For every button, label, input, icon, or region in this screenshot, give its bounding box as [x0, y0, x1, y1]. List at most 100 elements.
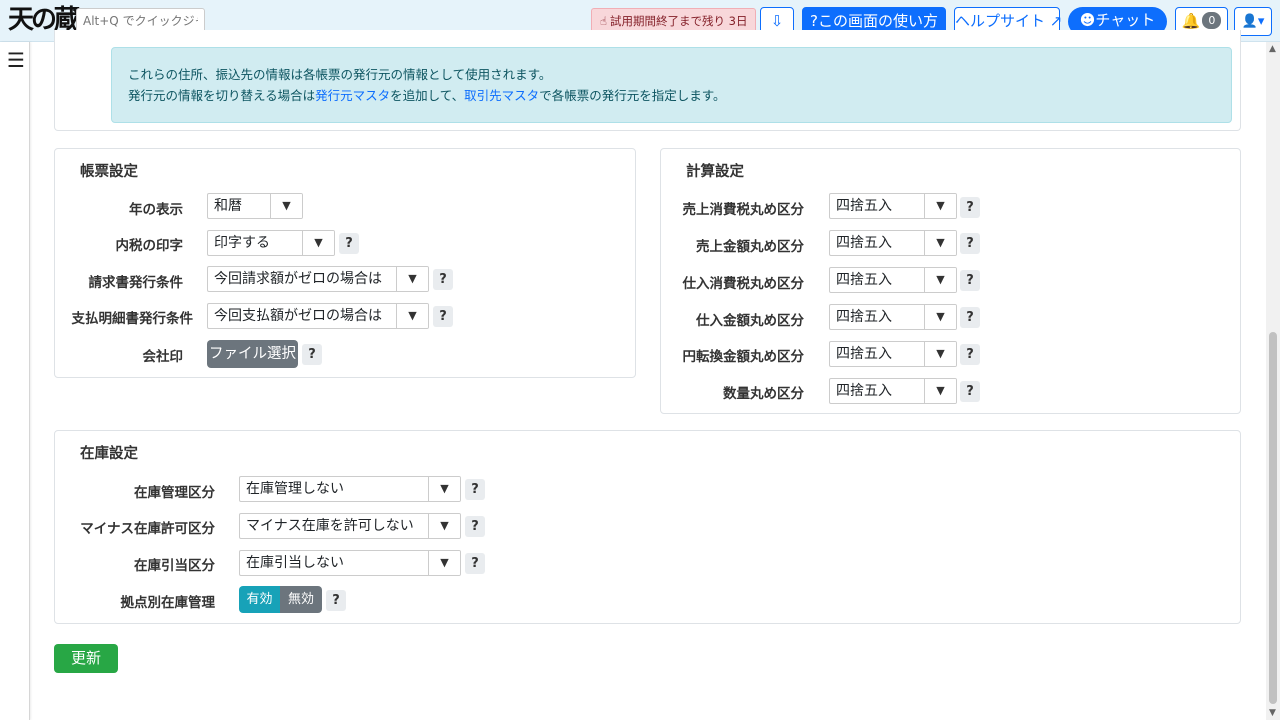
- select-value: 四捨五入: [836, 346, 892, 362]
- notification-count-badge: 0: [1202, 12, 1222, 29]
- file-select-button[interactable]: ファイル選択: [207, 340, 298, 368]
- robot-icon: ☻: [1079, 11, 1096, 29]
- field-label: 数量丸め区分: [723, 386, 804, 402]
- help-icon[interactable]: ?: [465, 479, 485, 500]
- caret-down-icon: ▼: [924, 305, 956, 329]
- issuer-master-link[interactable]: 発行元マスタ: [315, 88, 390, 103]
- caret-down-icon: ▼: [428, 551, 460, 575]
- help-icon[interactable]: ?: [465, 516, 485, 537]
- tax-print-select[interactable]: 印字する ▼: [207, 230, 335, 256]
- select-value: 四捨五入: [836, 272, 892, 288]
- stock-allocation-select[interactable]: 在庫引当しない ▼: [239, 550, 461, 576]
- field-label: 会社印: [142, 349, 184, 365]
- info-alert: これらの住所、振込先の情報は各帳票の発行元の情報として使用されます。 発行元の情…: [111, 47, 1232, 123]
- yen-conversion-rounding-select[interactable]: 四捨五入 ▼: [829, 341, 957, 367]
- caret-down-icon: ▼: [396, 304, 428, 328]
- select-value: 今回支払額がゼロの場合は: [214, 308, 382, 324]
- caret-down-icon: ▼: [924, 379, 956, 403]
- help-icon[interactable]: ?: [960, 233, 980, 254]
- caret-down-icon: ▼: [924, 342, 956, 366]
- update-button[interactable]: 更新: [54, 644, 118, 673]
- field-label: 在庫管理区分: [134, 485, 215, 501]
- select-value: 四捨五入: [836, 383, 892, 399]
- stock-settings-title: 在庫設定: [80, 446, 138, 462]
- field-label: 内税の印字: [115, 238, 184, 254]
- sales-amount-rounding-select[interactable]: 四捨五入 ▼: [829, 230, 957, 256]
- caret-down-icon: ▼: [924, 268, 956, 292]
- field-label: マイナス在庫許可区分: [80, 521, 215, 537]
- form-settings-panel: [54, 148, 636, 378]
- field-label: 請求書発行条件: [88, 275, 184, 291]
- field-label: 仕入消費税丸め区分: [682, 276, 805, 292]
- scroll-up-arrow-icon[interactable]: ▲: [1269, 44, 1276, 54]
- payment-statement-condition-select[interactable]: 今回支払額がゼロの場合は ▼: [207, 303, 429, 329]
- quantity-rounding-select[interactable]: 四捨五入 ▼: [829, 378, 957, 404]
- toggle-enabled-button[interactable]: 有効: [239, 586, 280, 613]
- help-icon[interactable]: ?: [960, 197, 980, 218]
- help-icon[interactable]: ?: [326, 590, 346, 611]
- select-value: 和暦: [214, 198, 242, 214]
- external-link-icon: ↗: [1045, 12, 1063, 30]
- help-icon[interactable]: ?: [339, 233, 359, 254]
- select-value: 印字する: [214, 235, 270, 251]
- field-label: 円転換金額丸め区分: [682, 349, 805, 365]
- purchase-amount-rounding-select[interactable]: 四捨五入 ▼: [829, 304, 957, 330]
- caret-down-icon: ▼: [302, 231, 334, 255]
- info-text: 発行元の情報を切り替える場合は: [128, 88, 316, 103]
- toggle-disabled-button[interactable]: 無効: [280, 586, 322, 613]
- vertical-scrollbar[interactable]: ▲ ▼: [1266, 42, 1280, 720]
- user-icon: 👤: [1241, 14, 1258, 29]
- help-icon[interactable]: ?: [433, 269, 453, 290]
- stock-settings-panel: [54, 430, 1241, 624]
- caret-down-icon: ▼: [396, 267, 428, 291]
- caret-down-icon: ▼: [428, 477, 460, 501]
- field-label: 拠点別在庫管理: [120, 595, 216, 611]
- select-value: 四捨五入: [836, 309, 892, 325]
- sales-tax-rounding-select[interactable]: 四捨五入 ▼: [829, 193, 957, 219]
- caret-down-icon: ▼: [924, 231, 956, 255]
- field-label: 在庫引当区分: [134, 558, 215, 574]
- help-icon[interactable]: ?: [960, 270, 980, 291]
- chat-label: チャット: [1095, 11, 1156, 29]
- bell-icon: 🔔: [1181, 12, 1201, 30]
- purchase-tax-rounding-select[interactable]: 四捨五入 ▼: [829, 267, 957, 293]
- select-value: 在庫引当しない: [246, 555, 344, 571]
- stock-management-select[interactable]: 在庫管理しない ▼: [239, 476, 461, 502]
- help-icon[interactable]: ?: [960, 381, 980, 402]
- select-value: 在庫管理しない: [246, 481, 344, 497]
- help-icon[interactable]: ?: [960, 344, 980, 365]
- info-text: で各帳票の発行元を指定します。: [539, 88, 726, 103]
- year-display-select[interactable]: 和暦 ▼: [207, 193, 303, 219]
- info-line-2: 発行元の情報を切り替える場合は発行元マスタを追加して、取引先マスタで各帳票の発行…: [128, 85, 1231, 106]
- info-line-1: これらの住所、振込先の情報は各帳票の発行元の情報として使用されます。: [128, 67, 552, 82]
- client-master-link[interactable]: 取引先マスタ: [464, 88, 539, 103]
- negative-stock-select[interactable]: マイナス在庫を許可しない ▼: [239, 513, 461, 539]
- chevron-down-icon: ▾: [1257, 14, 1265, 29]
- caret-down-icon: ▼: [270, 194, 302, 218]
- field-label: 売上消費税丸め区分: [682, 202, 805, 218]
- select-value: 四捨五入: [836, 235, 892, 251]
- help-icon[interactable]: ?: [960, 307, 980, 328]
- hamburger-menu-icon[interactable]: ☰: [7, 50, 25, 70]
- calc-settings-title: 計算設定: [686, 164, 744, 180]
- field-label: 年の表示: [129, 202, 183, 218]
- info-text: を追加して、: [390, 88, 465, 103]
- invoice-condition-select[interactable]: 今回請求額がゼロの場合は ▼: [207, 266, 429, 292]
- trial-text: 試用期間終了まで残り 3日: [610, 14, 748, 28]
- help-icon[interactable]: ?: [433, 306, 453, 327]
- form-settings-title: 帳票設定: [80, 164, 138, 180]
- help-icon[interactable]: ?: [302, 344, 322, 365]
- select-value: 四捨五入: [836, 198, 892, 214]
- scrollbar-thumb[interactable]: [1269, 332, 1277, 704]
- help-icon[interactable]: ?: [465, 553, 485, 574]
- scroll-down-arrow-icon[interactable]: ▼: [1269, 708, 1276, 718]
- sidebar: ☰: [0, 42, 30, 720]
- field-label: 売上金額丸め区分: [696, 239, 804, 255]
- field-label: 仕入金額丸め区分: [696, 313, 804, 329]
- field-label: 支払明細書発行条件: [71, 311, 194, 327]
- help-site-label: ヘルプサイト: [955, 12, 1046, 30]
- select-value: マイナス在庫を許可しない: [246, 518, 414, 534]
- cloud-download-icon: ⇩: [770, 12, 784, 30]
- caret-down-icon: ▼: [428, 514, 460, 538]
- caret-down-icon: ▼: [924, 194, 956, 218]
